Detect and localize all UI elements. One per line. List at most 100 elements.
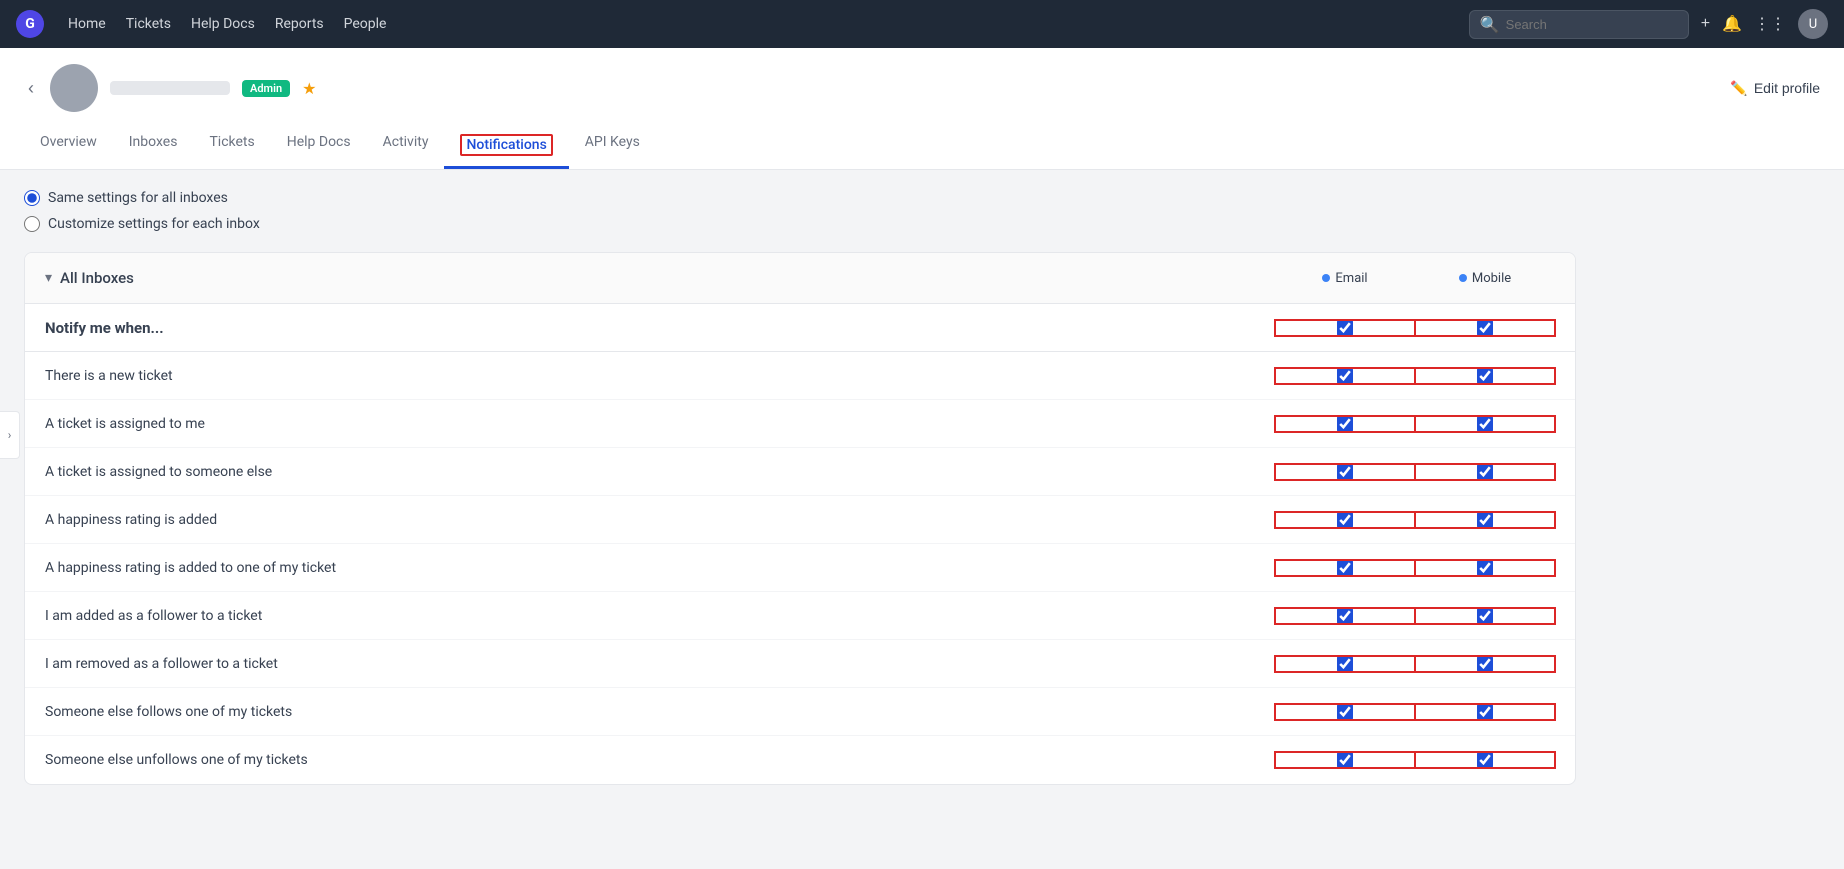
mobile-checkbox-0[interactable] (1477, 368, 1493, 384)
notify-row: A ticket is assigned to me (25, 400, 1575, 448)
mobile-checkbox-7[interactable] (1477, 704, 1493, 720)
notify-row: A happiness rating is added (25, 496, 1575, 544)
mobile-label: Mobile (1472, 271, 1511, 286)
user-avatar[interactable]: U (1798, 9, 1828, 39)
email-checkbox-col-4 (1275, 560, 1415, 576)
tab-inboxes[interactable]: Inboxes (113, 124, 194, 169)
mobile-checkbox-1[interactable] (1477, 416, 1493, 432)
email-checkbox-3[interactable] (1337, 512, 1353, 528)
email-dot (1322, 274, 1330, 282)
mobile-checkbox-5[interactable] (1477, 608, 1493, 624)
email-checkbox-col-5 (1275, 608, 1415, 624)
email-header-checkbox[interactable] (1337, 320, 1353, 336)
radio-same-settings[interactable]: Same settings for all inboxes (24, 190, 1576, 206)
email-checkbox-7[interactable] (1337, 704, 1353, 720)
email-checkbox-col-2 (1275, 464, 1415, 480)
add-button[interactable]: + (1701, 15, 1710, 33)
email-checkbox-2[interactable] (1337, 464, 1353, 480)
mobile-checkbox-col-7 (1415, 704, 1555, 720)
sidebar-toggle[interactable]: › (0, 411, 20, 459)
mobile-checkbox-2[interactable] (1477, 464, 1493, 480)
email-checkbox-col-8 (1275, 752, 1415, 768)
email-checkbox-col-7 (1275, 704, 1415, 720)
profile-row: ‹ Admin ★ ✏️ Edit profile (24, 64, 1820, 124)
mobile-column-header: Mobile (1415, 271, 1555, 286)
notifications-table: Notify me when... There is a new ticket … (25, 304, 1575, 784)
email-checkbox-1[interactable] (1337, 416, 1353, 432)
email-checkbox-4[interactable] (1337, 560, 1353, 576)
tab-overview[interactable]: Overview (24, 124, 113, 169)
search-icon: 🔍 (1480, 15, 1500, 34)
email-checkbox-8[interactable] (1337, 752, 1353, 768)
email-checkbox-0[interactable] (1337, 368, 1353, 384)
notify-rows: There is a new ticket A ticket is assign… (25, 352, 1575, 784)
profile-header: ‹ Admin ★ ✏️ Edit profile Overview Inbox… (0, 48, 1844, 170)
mobile-checkbox-col-5 (1415, 608, 1555, 624)
mobile-checkbox-col-2 (1415, 464, 1555, 480)
radio-same-label: Same settings for all inboxes (48, 190, 228, 206)
nav-people[interactable]: People (344, 16, 387, 32)
mobile-dot (1459, 274, 1467, 282)
right-controls: 🔍 + 🔔 ⋮⋮ U (1469, 9, 1828, 39)
search-input[interactable] (1506, 17, 1678, 32)
nav-reports[interactable]: Reports (275, 16, 324, 32)
mobile-checkbox-col-8 (1415, 752, 1555, 768)
notify-row-label: Someone else unfollows one of my tickets (45, 752, 1275, 768)
notify-row-label: I am added as a follower to a ticket (45, 608, 1275, 624)
nav-links: Home Tickets Help Docs Reports People (68, 16, 386, 32)
mobile-checkbox-col-0 (1415, 368, 1555, 384)
mobile-checkbox-8[interactable] (1477, 752, 1493, 768)
email-checkbox-5[interactable] (1337, 608, 1353, 624)
mobile-checkbox-col-4 (1415, 560, 1555, 576)
email-checkbox-col-1 (1275, 416, 1415, 432)
email-column-header: Email (1275, 271, 1415, 286)
radio-custom-label: Customize settings for each inbox (48, 216, 260, 232)
mobile-checkbox-6[interactable] (1477, 656, 1493, 672)
notify-row-label: There is a new ticket (45, 368, 1275, 384)
radio-custom-settings[interactable]: Customize settings for each inbox (24, 216, 1576, 232)
inbox-card-header: ▾ All Inboxes Email Mobile (25, 253, 1575, 304)
tab-tickets[interactable]: Tickets (193, 124, 270, 169)
notify-row-label: A ticket is assigned to me (45, 416, 1275, 432)
radio-same-input[interactable] (24, 190, 40, 206)
top-nav: G Home Tickets Help Docs Reports People … (0, 0, 1844, 48)
pencil-icon: ✏️ (1730, 80, 1747, 97)
search-bar[interactable]: 🔍 (1469, 10, 1689, 39)
email-label: Email (1335, 271, 1367, 286)
notifications-bell-icon[interactable]: 🔔 (1722, 14, 1742, 34)
nav-home[interactable]: Home (68, 16, 106, 32)
notify-row: Someone else follows one of my tickets (25, 688, 1575, 736)
notify-row: A ticket is assigned to someone else (25, 448, 1575, 496)
tab-api-keys[interactable]: API Keys (569, 124, 656, 169)
nav-help-docs[interactable]: Help Docs (191, 16, 255, 32)
mobile-checkbox-col-3 (1415, 512, 1555, 528)
email-checkbox-col-6 (1275, 656, 1415, 672)
notify-row-label: A happiness rating is added to one of my… (45, 560, 1275, 576)
notification-settings-radio: Same settings for all inboxes Customize … (24, 190, 1576, 232)
profile-name (110, 81, 230, 95)
radio-custom-input[interactable] (24, 216, 40, 232)
mobile-checkbox-4[interactable] (1477, 560, 1493, 576)
notify-header-row: Notify me when... (25, 304, 1575, 352)
edit-profile-button[interactable]: ✏️ Edit profile (1730, 80, 1820, 97)
tab-navigation: Overview Inboxes Tickets Help Docs Activ… (24, 124, 1820, 169)
mobile-checkbox-3[interactable] (1477, 512, 1493, 528)
avatar (50, 64, 98, 112)
tab-help-docs[interactable]: Help Docs (271, 124, 367, 169)
inbox-card: ▾ All Inboxes Email Mobile Notify me whe… (24, 252, 1576, 785)
notify-row: Someone else unfollows one of my tickets (25, 736, 1575, 784)
main-content: Same settings for all inboxes Customize … (0, 170, 1600, 805)
tab-activity[interactable]: Activity (367, 124, 445, 169)
nav-tickets[interactable]: Tickets (126, 16, 171, 32)
mobile-header-checkbox[interactable] (1477, 320, 1493, 336)
grid-icon[interactable]: ⋮⋮ (1754, 14, 1786, 34)
chevron-down-icon: ▾ (45, 270, 52, 286)
email-header-checkbox-col (1275, 320, 1415, 336)
tab-notifications[interactable]: Notifications (444, 124, 568, 169)
back-button[interactable]: ‹ (24, 74, 38, 103)
email-checkbox-col-0 (1275, 368, 1415, 384)
logo[interactable]: G (16, 10, 44, 38)
star-icon: ★ (302, 79, 316, 98)
notifications-tab-highlight: Notifications (460, 134, 552, 156)
email-checkbox-6[interactable] (1337, 656, 1353, 672)
